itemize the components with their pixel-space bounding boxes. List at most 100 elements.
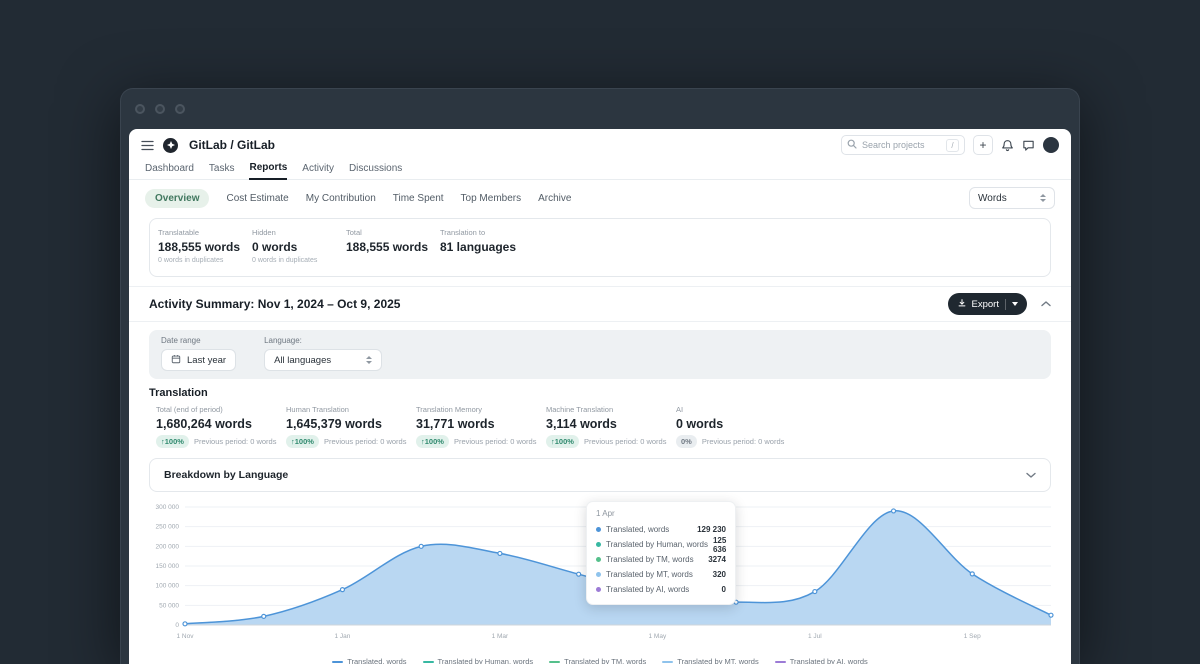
series-value: 3274 [708, 555, 726, 564]
stat-meta: ↑100%Previous period: 0 words [286, 435, 416, 448]
svg-text:250 000: 250 000 [156, 524, 180, 531]
date-range-button[interactable]: Last year [161, 349, 236, 371]
report-tab-overview[interactable]: Overview [145, 189, 209, 208]
svg-text:1 Jul: 1 Jul [808, 633, 822, 640]
previous-period-text: Previous period: 0 words [324, 437, 407, 446]
date-range-label: Date range [161, 336, 236, 345]
export-button[interactable]: Export [948, 293, 1027, 315]
stat-meta: ↑100%Previous period: 0 words [416, 435, 546, 448]
stat-subtext: 0 words in duplicates [252, 257, 346, 265]
stat-value: 1,645,379 words [286, 417, 416, 431]
search-shortcut-hint: / [946, 139, 959, 152]
primary-nav-reports[interactable]: Reports [249, 162, 287, 180]
svg-text:300 000: 300 000 [156, 504, 180, 511]
divider [129, 321, 1071, 322]
legend-item-translated-by-human-words[interactable]: Translated by Human, words [423, 657, 534, 664]
window-control-dot[interactable] [135, 104, 145, 114]
stat-subtext: 0 words in duplicates [158, 257, 252, 265]
chart-legend: Translated, words Translated by Human, wo… [145, 657, 1055, 664]
legend-item-translated-by-tm-words[interactable]: Translated by TM, words [549, 657, 646, 664]
translation-section-heading: Translation [149, 387, 1051, 399]
tooltip-row-translated-by-ai-words: Translated by AI, words0 [596, 582, 726, 597]
svg-text:100 000: 100 000 [156, 583, 180, 590]
export-button-label: Export [972, 299, 999, 310]
primary-nav-discussions[interactable]: Discussions [349, 163, 402, 179]
stat-label: Total (end of period) [156, 405, 286, 414]
activity-chart: 300 000250 000200 000150 000100 00050 00… [145, 497, 1055, 655]
language-select-value: All languages [274, 355, 331, 366]
change-badge: 0% [676, 435, 697, 448]
legend-marker [775, 661, 786, 663]
primary-nav-activity[interactable]: Activity [302, 163, 334, 179]
chart-tooltip-rows: Translated, words129 230Translated by Hu… [596, 522, 726, 597]
user-avatar[interactable] [1043, 137, 1059, 153]
activity-summary-header: Activity Summary: Nov 1, 2024 – Oct 9, 2… [129, 287, 1071, 321]
primary-nav-dashboard[interactable]: Dashboard [145, 163, 194, 179]
summary-stat-translatable: Translatable188,555 words0 words in dupl… [158, 228, 252, 265]
create-new-button[interactable]: + [973, 135, 993, 155]
stat-label: Machine Translation [546, 405, 676, 414]
legend-label: Translated by MT, words [677, 657, 758, 664]
report-tab-my-contribution[interactable]: My Contribution [306, 193, 376, 204]
messages-chat-icon[interactable] [1022, 139, 1035, 152]
translation-stat-machine-translation: Machine Translation3,114 words↑100%Previ… [546, 405, 676, 448]
legend-label: Translated by Human, words [438, 657, 534, 664]
stat-value: 0 words [676, 417, 806, 431]
series-value: 125 636 [713, 536, 726, 554]
stat-value: 1,680,264 words [156, 417, 286, 431]
tooltip-row-translated-by-tm-words: Translated by TM, words3274 [596, 552, 726, 567]
notifications-bell-icon[interactable] [1001, 139, 1014, 152]
stat-label: Translation to [440, 228, 534, 237]
summary-stats-card: Translatable188,555 words0 words in dupl… [149, 218, 1051, 277]
translation-stat-translation-memory: Translation Memory31,771 words↑100%Previ… [416, 405, 546, 448]
breakdown-by-language-card[interactable]: Breakdown by Language [149, 458, 1051, 492]
report-tab-time-spent[interactable]: Time Spent [393, 193, 444, 204]
select-arrows-icon [1040, 194, 1046, 202]
legend-item-translated-by-ai-words[interactable]: Translated by AI, words [775, 657, 868, 664]
series-label: Translated by MT, words [606, 570, 693, 579]
stat-label: Translatable [158, 228, 252, 237]
download-icon [957, 298, 967, 311]
stat-value: 188,555 words [346, 240, 440, 254]
translation-stat-total-end-of-period: Total (end of period)1,680,264 words↑100… [156, 405, 286, 448]
summary-stat-total: Total 188,555 words [346, 228, 440, 265]
window-control-dot[interactable] [175, 104, 185, 114]
search-input[interactable]: / [841, 135, 965, 155]
previous-period-text: Previous period: 0 words [584, 437, 667, 446]
tooltip-row-translated-words: Translated, words129 230 [596, 522, 726, 537]
date-range-filter-group: Date range Last year [161, 336, 236, 371]
unit-select[interactable]: Words [969, 187, 1055, 209]
svg-text:1 Mar: 1 Mar [492, 633, 509, 640]
workspace-logo [163, 138, 178, 153]
report-tab-cost-estimate[interactable]: Cost Estimate [226, 193, 288, 204]
translation-stat-ai: AI0 words0%Previous period: 0 words [676, 405, 806, 448]
hamburger-menu-icon[interactable] [141, 140, 154, 151]
stat-subtext [346, 257, 440, 265]
activity-header-actions: Export [948, 293, 1051, 315]
stat-label: Hidden [252, 228, 346, 237]
primary-nav-tasks[interactable]: Tasks [209, 163, 235, 179]
page-title: GitLab / GitLab [189, 138, 275, 152]
search-field[interactable] [862, 140, 934, 150]
language-filter-group: Language: All languages [264, 336, 382, 371]
tooltip-row-translated-by-mt-words: Translated by MT, words320 [596, 567, 726, 582]
language-select[interactable]: All languages [264, 349, 382, 371]
primary-nav: Dashboard Tasks Reports Activity Discussions [129, 159, 1071, 180]
export-caret-icon[interactable] [1012, 302, 1018, 306]
window-control-dot[interactable] [155, 104, 165, 114]
header-actions: / + [841, 135, 1059, 155]
activity-summary-title: Activity Summary: Nov 1, 2024 – Oct 9, 2… [149, 297, 400, 311]
stat-meta: ↑100%Previous period: 0 words [546, 435, 676, 448]
legend-marker [332, 661, 343, 663]
report-tab-top-members[interactable]: Top Members [461, 193, 522, 204]
tooltip-title: 1 Apr [596, 509, 726, 518]
legend-item-translated-by-mt-words[interactable]: Translated by MT, words [662, 657, 758, 664]
report-tab-archive[interactable]: Archive [538, 193, 571, 204]
language-label: Language: [264, 336, 382, 345]
series-color-dot [596, 527, 601, 532]
stat-label: Total [346, 228, 440, 237]
legend-marker [423, 661, 434, 663]
stat-label: Translation Memory [416, 405, 546, 414]
legend-item-translated-words[interactable]: Translated, words [332, 657, 406, 664]
collapse-section-chevron-up-icon[interactable] [1041, 301, 1051, 307]
